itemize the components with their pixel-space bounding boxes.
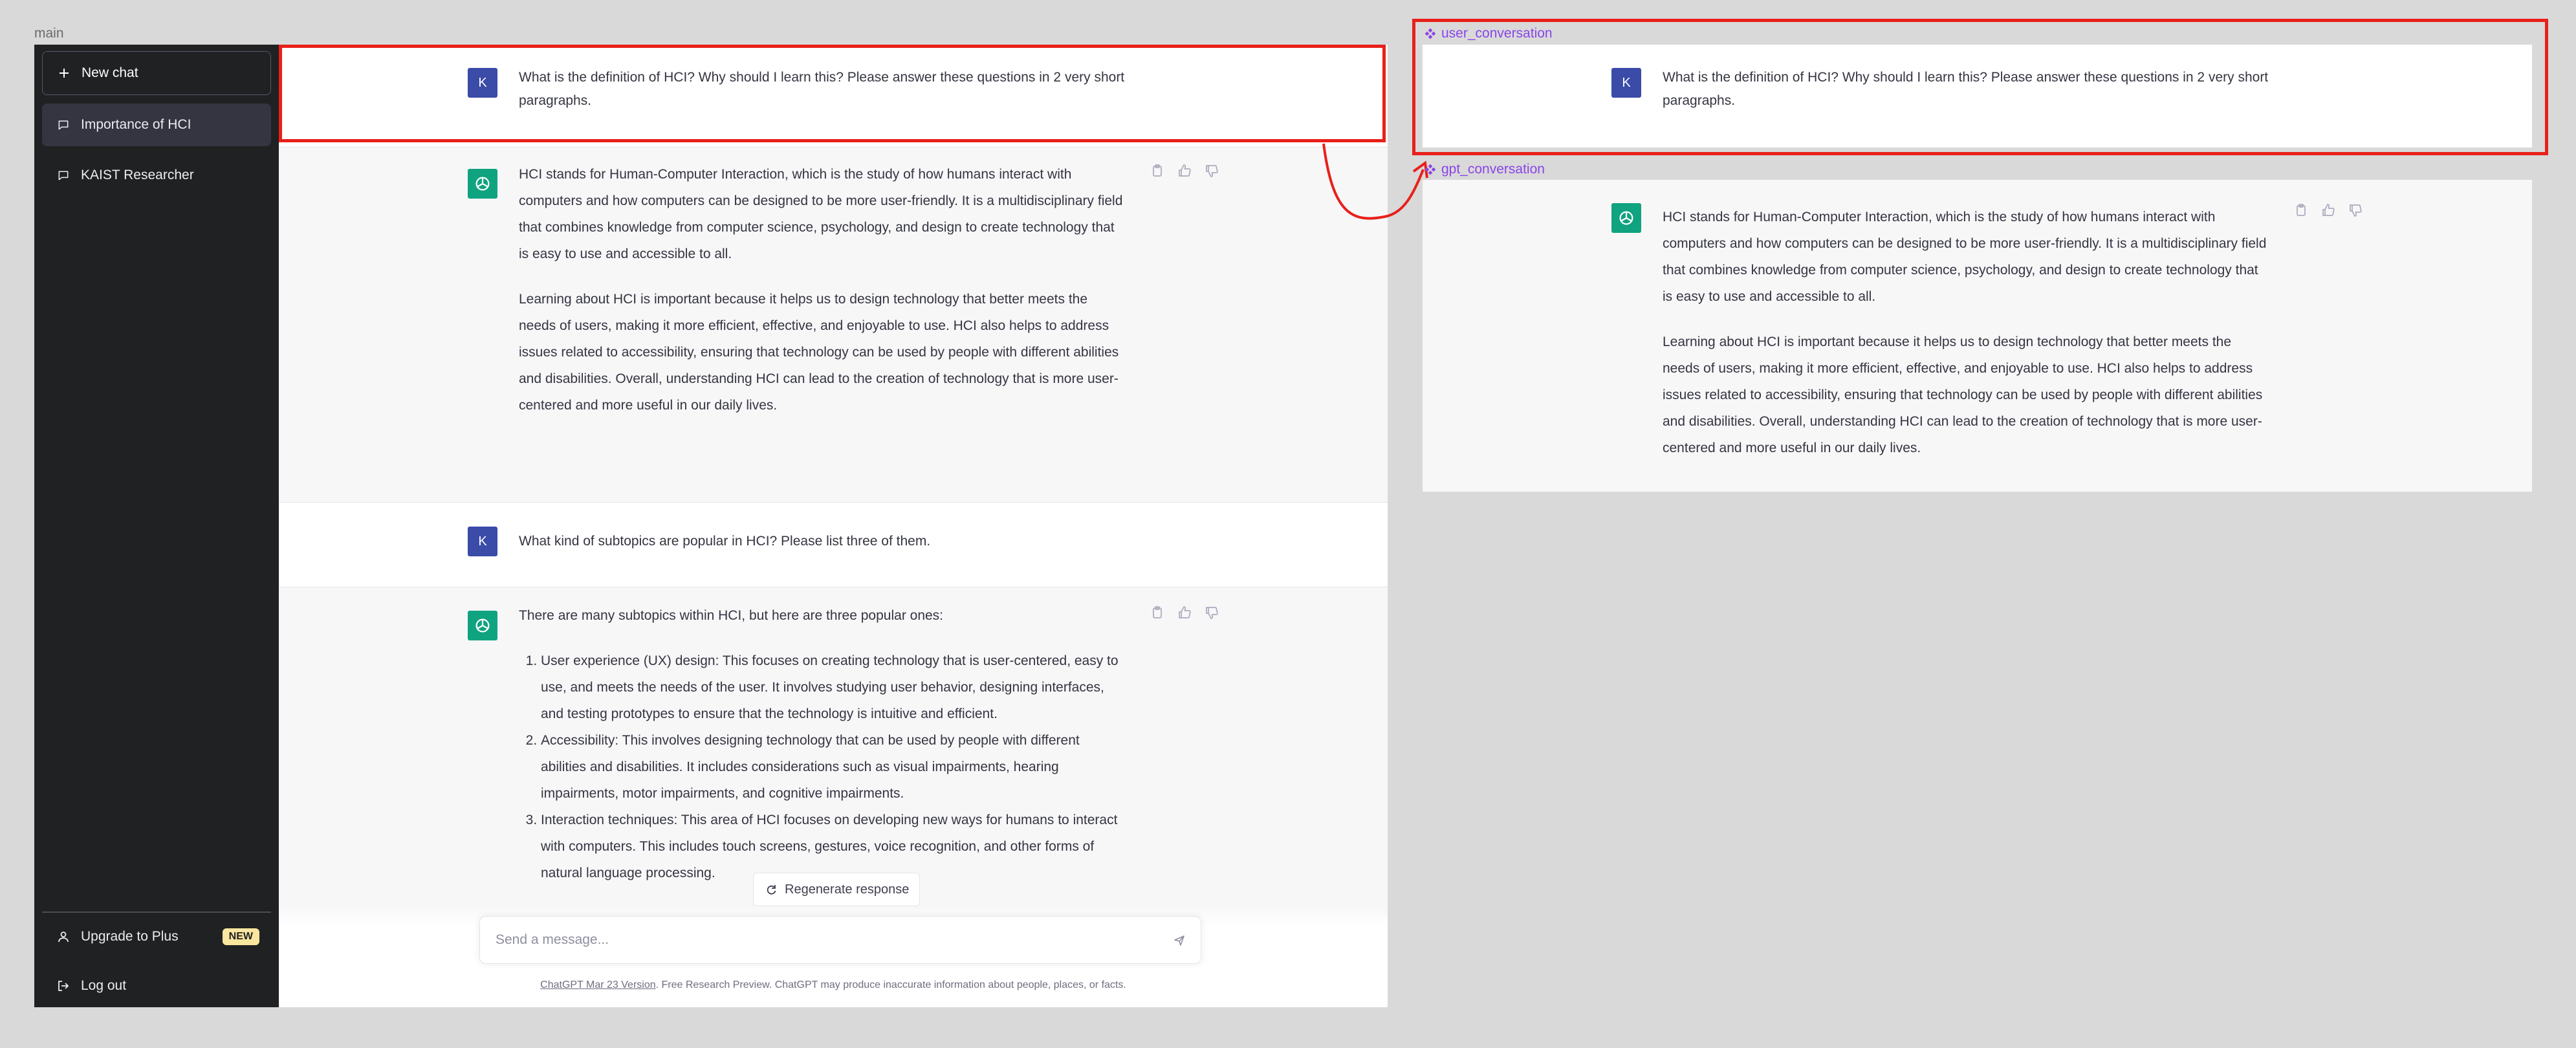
component-label-text: gpt_conversation bbox=[1441, 162, 1545, 177]
assistant-paragraph: HCI stands for Human-Computer Interactio… bbox=[1663, 210, 2267, 304]
assistant-paragraph: Learning about HCI is important because … bbox=[1663, 334, 2263, 455]
copy-icon[interactable] bbox=[2293, 202, 2309, 219]
thumbs-up-icon[interactable] bbox=[2320, 202, 2337, 219]
openai-logo-icon bbox=[1611, 203, 1641, 233]
highlight-box bbox=[1412, 19, 2548, 155]
gpt-conversation-label: gpt_conversation bbox=[1423, 162, 1545, 177]
message-actions bbox=[2293, 202, 2364, 219]
thumbs-down-icon[interactable] bbox=[2347, 202, 2364, 219]
connector-arrow bbox=[1322, 143, 1428, 220]
gpt-conversation-component: HCI stands for Human-Computer Interactio… bbox=[1423, 180, 2532, 492]
component-icon bbox=[1423, 162, 1437, 177]
assistant-message-text: HCI stands for Human-Computer Interactio… bbox=[1663, 204, 2271, 480]
